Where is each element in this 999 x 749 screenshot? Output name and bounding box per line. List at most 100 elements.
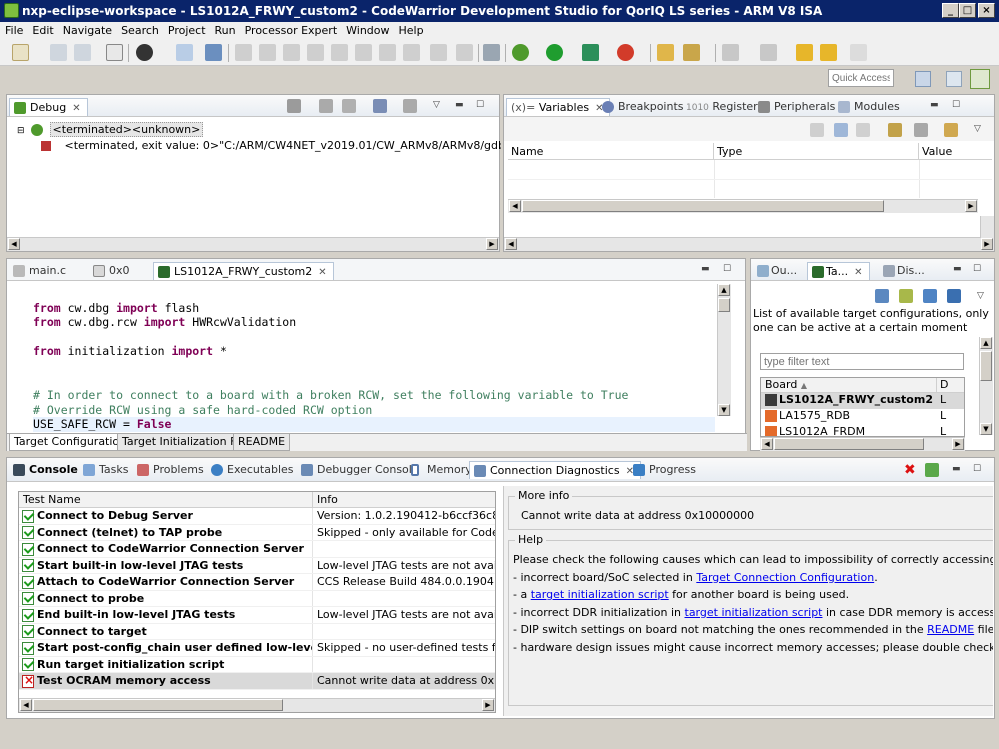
tab-peripherals[interactable]: Peripherals — [754, 98, 841, 116]
editor-vertical-scrollbar[interactable]: ▲ ▼ — [717, 284, 731, 416]
duplicate-target-icon[interactable] — [899, 289, 913, 303]
console-icon[interactable] — [483, 44, 500, 61]
save-icon[interactable] — [50, 44, 67, 61]
connect-icon[interactable] — [319, 99, 333, 113]
restart-icon[interactable] — [456, 44, 473, 61]
tab-breakpoints[interactable]: Breakpoints — [598, 98, 690, 116]
column-value[interactable]: Value — [919, 143, 992, 159]
column-name[interactable]: Name — [508, 143, 714, 159]
minimize-icon[interactable]: ▬ — [455, 100, 464, 110]
diagnostic-row[interactable]: Attach to CodeWarrior Connection Server C… — [19, 574, 495, 591]
terminate-icon[interactable] — [283, 44, 300, 61]
binary-icon[interactable] — [106, 44, 123, 61]
column-type[interactable]: Type — [714, 143, 919, 159]
diagnostic-row[interactable]: Test OCRAM memory access Cannot write dat… — [19, 673, 495, 690]
next-annotation-icon[interactable] — [722, 44, 739, 61]
external-tools-icon[interactable] — [617, 44, 634, 61]
tab-connection-diagnostics[interactable]: Connection Diagnostics ✕ — [469, 461, 641, 479]
menu-project[interactable]: Project — [163, 22, 210, 37]
minimize-button[interactable]: _ — [942, 3, 959, 18]
horizontal-scrollbar[interactable]: ◀ ▶ — [508, 199, 978, 213]
lightning-icon[interactable] — [342, 99, 356, 113]
column-board[interactable]: Board ▲ — [761, 378, 937, 392]
help-link[interactable]: target initialization script — [685, 606, 823, 619]
new-target-icon[interactable] — [875, 289, 889, 303]
reset-icon[interactable] — [403, 44, 420, 61]
profile-icon[interactable] — [582, 44, 599, 61]
open-folder-icon[interactable] — [657, 44, 674, 61]
menu-search[interactable]: Search — [116, 22, 163, 37]
suspend-icon[interactable] — [259, 44, 276, 61]
step-return-icon[interactable] — [379, 44, 396, 61]
tab-debugger-console[interactable]: Debugger Console — [297, 461, 425, 479]
back-icon[interactable] — [796, 44, 813, 61]
forward-disabled-icon[interactable] — [850, 44, 867, 61]
close-window-button[interactable]: × — [978, 3, 995, 18]
tab-modules[interactable]: Modules — [834, 98, 906, 116]
run-diagnostics-icon[interactable] — [925, 463, 939, 477]
help-link[interactable]: README — [927, 623, 974, 636]
close-icon[interactable]: ✕ — [318, 267, 326, 278]
vertical-scrollbar[interactable]: ▲ ▼ — [979, 337, 993, 435]
tab-0x0[interactable]: 0x0 — [89, 262, 136, 280]
horizontal-scrollbar[interactable]: ◀ ▶ — [7, 237, 499, 251]
view-menu-icon[interactable]: ▽ — [433, 100, 440, 110]
menu-edit[interactable]: Edit — [27, 22, 57, 37]
tab-tasks[interactable]: Tasks — [79, 461, 134, 479]
diagnostic-row[interactable]: Connect to probe — [19, 590, 495, 607]
minimize-icon[interactable]: ▬ — [952, 464, 961, 474]
view-menu-icon[interactable]: ▽ — [977, 291, 984, 301]
debug-icon[interactable] — [512, 44, 529, 61]
save-all-icon[interactable] — [74, 44, 91, 61]
tab-outline[interactable]: Ou... — [753, 262, 803, 280]
remove-terminated-icon[interactable] — [287, 99, 301, 113]
download-icon[interactable] — [947, 289, 961, 303]
horizontal-scrollbar[interactable]: ◀ ▶ — [19, 698, 495, 712]
diagnostic-row[interactable]: Start post-config_chain user defined low… — [19, 640, 495, 657]
column-test-name[interactable]: Test Name — [19, 492, 313, 507]
maximize-icon[interactable]: ☐ — [723, 264, 731, 274]
close-icon[interactable]: ✕ — [854, 267, 862, 278]
tab-target-configurations[interactable]: Ta... ✕ — [807, 262, 870, 280]
remove-global-icon[interactable] — [914, 123, 928, 137]
tab-target-configuration[interactable]: Target Configuration — [9, 434, 132, 451]
diagnostic-row[interactable]: Run target initialization script — [19, 656, 495, 673]
column-info[interactable]: Info — [313, 492, 495, 507]
minimize-icon[interactable]: ▬ — [930, 100, 939, 110]
menu-file[interactable]: File — [0, 22, 27, 37]
help-link[interactable]: Target Connection Configuration — [696, 571, 874, 584]
run-icon[interactable] — [546, 44, 563, 61]
debug-perspective-icon[interactable] — [970, 69, 990, 89]
diagnostic-row[interactable]: End built-in low-level JTAG tests Low-lev… — [19, 607, 495, 624]
tab-ls1012a-frwy-custom2[interactable]: LS1012A_FRWY_custom2 ✕ — [153, 262, 334, 280]
instruction-step-icon[interactable] — [430, 44, 447, 61]
target-row[interactable]: LS1012A_FRDM L — [761, 425, 964, 436]
diagnostic-row[interactable]: Connect to CodeWarrior Connection Server — [19, 541, 495, 558]
maximize-icon[interactable]: ☐ — [973, 264, 981, 274]
tab-progress[interactable]: Progress — [629, 461, 702, 479]
target-row[interactable]: LA1575_RDB L — [761, 409, 964, 425]
collapse-icon[interactable]: ⊟ — [17, 126, 25, 136]
diagnostic-row[interactable]: Connect (telnet) to TAP probe Skipped - o… — [19, 524, 495, 541]
new-icon[interactable] — [12, 44, 29, 61]
tab-memory[interactable]: Memory — [407, 461, 478, 479]
connect-target-icon[interactable] — [923, 289, 937, 303]
skip-breakpoints-icon[interactable] — [205, 44, 222, 61]
previous-annotation-icon[interactable] — [760, 44, 777, 61]
quick-access-input[interactable] — [828, 69, 894, 87]
maximize-button[interactable]: □ — [959, 3, 976, 18]
vertical-scrollbar[interactable] — [980, 216, 994, 238]
target-row[interactable]: LS1012A_FRWY_custom2 L — [761, 393, 964, 409]
tree-item[interactable]: <terminated, exit value: 0>"C:/ARM/CW4NE… — [41, 139, 501, 152]
target-filter-input[interactable] — [760, 353, 964, 370]
add-global-icon[interactable] — [888, 123, 902, 137]
tab-main-c[interactable]: main.c — [9, 262, 72, 280]
collapse-all-icon[interactable] — [856, 123, 870, 137]
open-perspective-icon[interactable] — [915, 71, 931, 87]
horizontal-scrollbar[interactable]: ◀ ▶ — [760, 437, 965, 451]
tree-item[interactable]: ⊟ <terminated><unknown> — [17, 122, 204, 137]
tab-executables[interactable]: Executables — [207, 461, 300, 479]
column-d[interactable]: D — [937, 378, 964, 392]
resume-icon[interactable] — [235, 44, 252, 61]
show-logical-icon[interactable] — [834, 123, 848, 137]
